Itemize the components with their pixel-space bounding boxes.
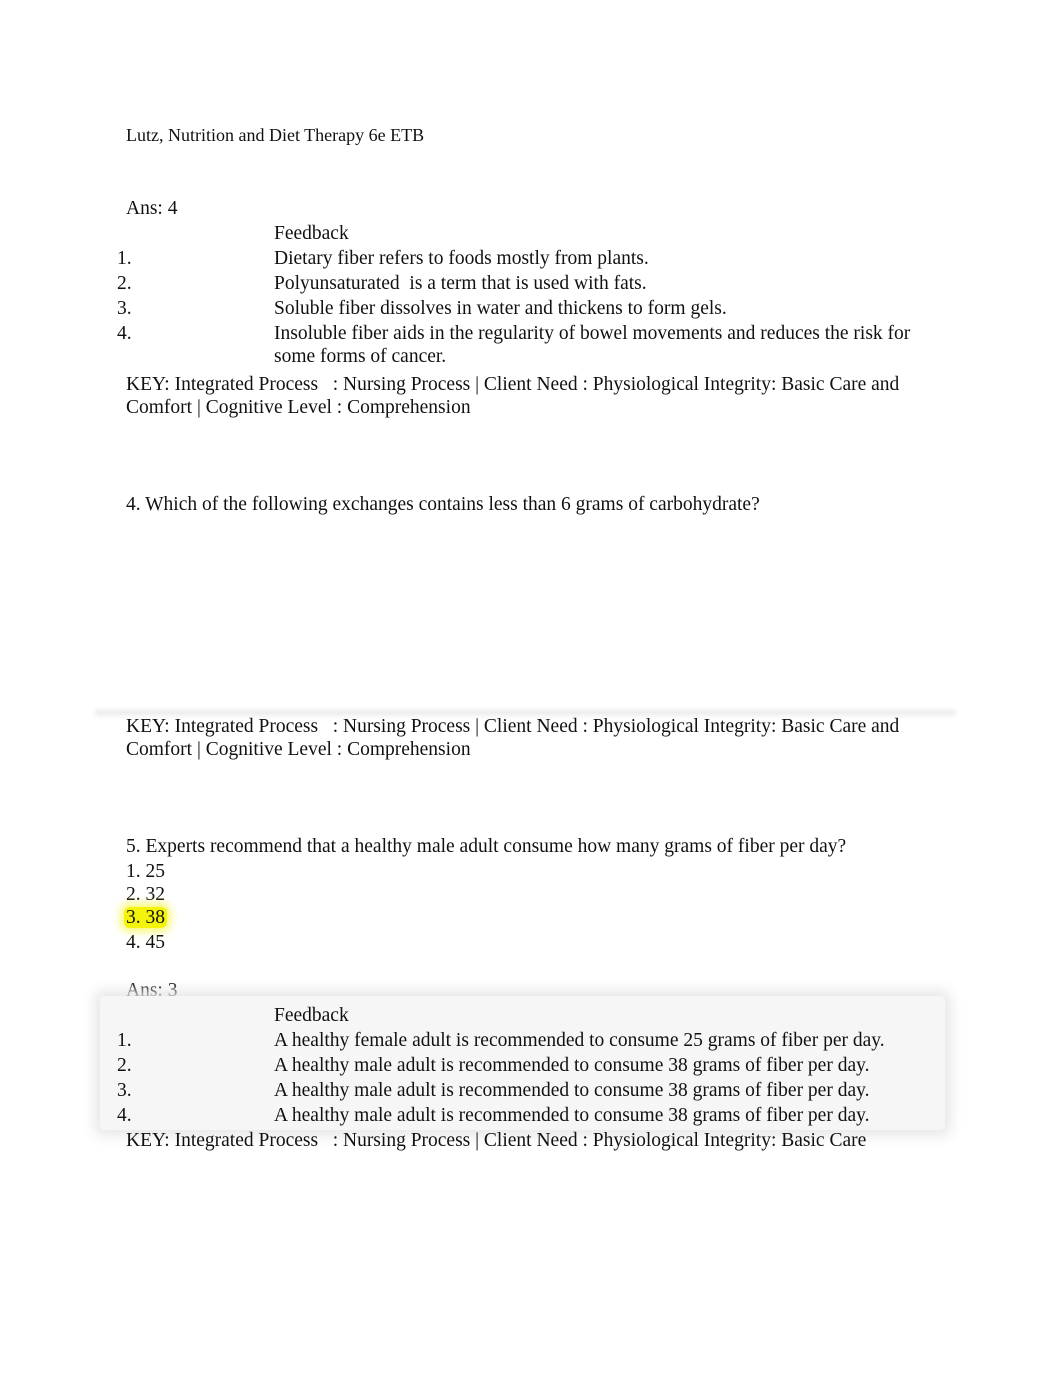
q5-option: 4. 45 bbox=[126, 932, 165, 953]
q5-question: 5. Experts recommend that a healthy male… bbox=[126, 836, 847, 857]
feedback-number: 3. bbox=[117, 298, 132, 319]
q5-option: 2. 32 bbox=[126, 884, 165, 905]
feedback-text: Soluble fiber dissolves in water and thi… bbox=[274, 298, 727, 319]
q5-key: KEY: Integrated Process : Nursing Proces… bbox=[126, 1130, 867, 1151]
feedback-number: 1. bbox=[117, 248, 132, 269]
document-header: Lutz, Nutrition and Diet Therapy 6e ETB bbox=[126, 125, 425, 145]
q3-key: KEY: Integrated Process : Nursing Proces… bbox=[126, 374, 905, 418]
feedback-number: 2. bbox=[117, 1055, 132, 1076]
feedback-text: A healthy female adult is recommended to… bbox=[274, 1030, 885, 1051]
feedback-number: 3. bbox=[117, 1080, 132, 1101]
feedback-text: A healthy male adult is recommended to c… bbox=[274, 1080, 870, 1101]
q5-option-highlighted: 3. 38 bbox=[124, 906, 167, 929]
feedback-number: 2. bbox=[117, 273, 132, 294]
feedback-text: Insoluble fiber aids in the regularity o… bbox=[274, 323, 911, 367]
q3-answer: Ans: 4 bbox=[126, 198, 178, 219]
feedback-number: 4. bbox=[117, 1105, 132, 1126]
q5-feedback-heading: Feedback bbox=[274, 1005, 349, 1026]
feedback-number: 1. bbox=[117, 1030, 132, 1051]
highlight-mark: 3. 38 bbox=[124, 907, 167, 928]
q5-option: 1. 25 bbox=[126, 861, 165, 882]
feedback-text: Polyunsaturated is a term that is used w… bbox=[274, 273, 647, 294]
feedback-text: A healthy male adult is recommended to c… bbox=[274, 1055, 870, 1076]
feedback-number: 4. bbox=[117, 323, 132, 344]
q4-key: KEY: Integrated Process : Nursing Proces… bbox=[126, 716, 905, 760]
feedback-text: Dietary fiber refers to foods mostly fro… bbox=[274, 248, 649, 269]
q4-question: 4. Which of the following exchanges cont… bbox=[126, 494, 760, 515]
q3-feedback-heading: Feedback bbox=[274, 223, 349, 244]
feedback-text: A healthy male adult is recommended to c… bbox=[274, 1105, 870, 1126]
